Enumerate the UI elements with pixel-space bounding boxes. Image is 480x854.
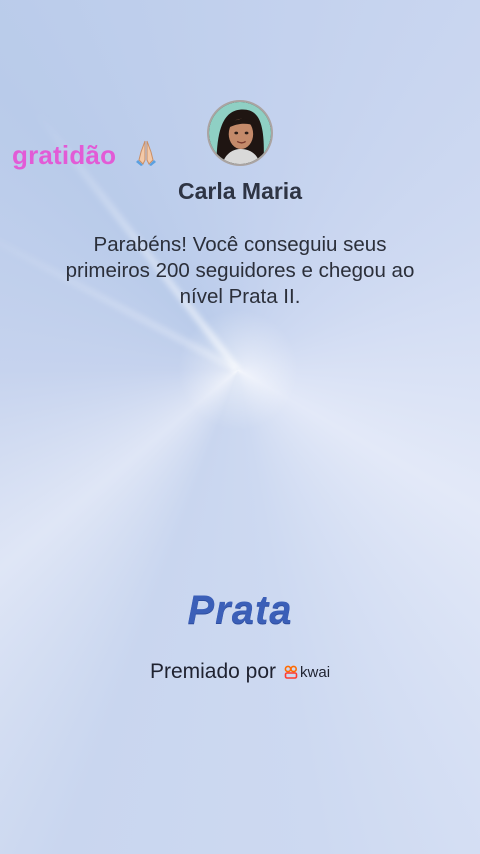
kwai-brand: kwai: [284, 664, 330, 681]
achievement-screen: gratidão Carla Maria Parabéns! Você cons…: [0, 0, 480, 854]
profile-avatar[interactable]: [207, 100, 273, 166]
awarded-by-label: Premiado por: [149, 660, 277, 683]
sticker-gratidao[interactable]: gratidão: [12, 138, 160, 173]
congrats-message: Parabéns! Você conseguiu seus primeiros …: [65, 233, 415, 308]
kwai-brand-text: kwai: [300, 663, 331, 681]
kwai-logo-icon: [284, 665, 298, 679]
awarded-by: Premiado por kwai: [0, 660, 480, 684]
profile-name: Carla Maria: [177, 178, 302, 204]
level-title: Prata: [187, 588, 293, 632]
sticker-text: gratidão: [12, 140, 117, 170]
folded-hands-icon: [132, 138, 160, 173]
